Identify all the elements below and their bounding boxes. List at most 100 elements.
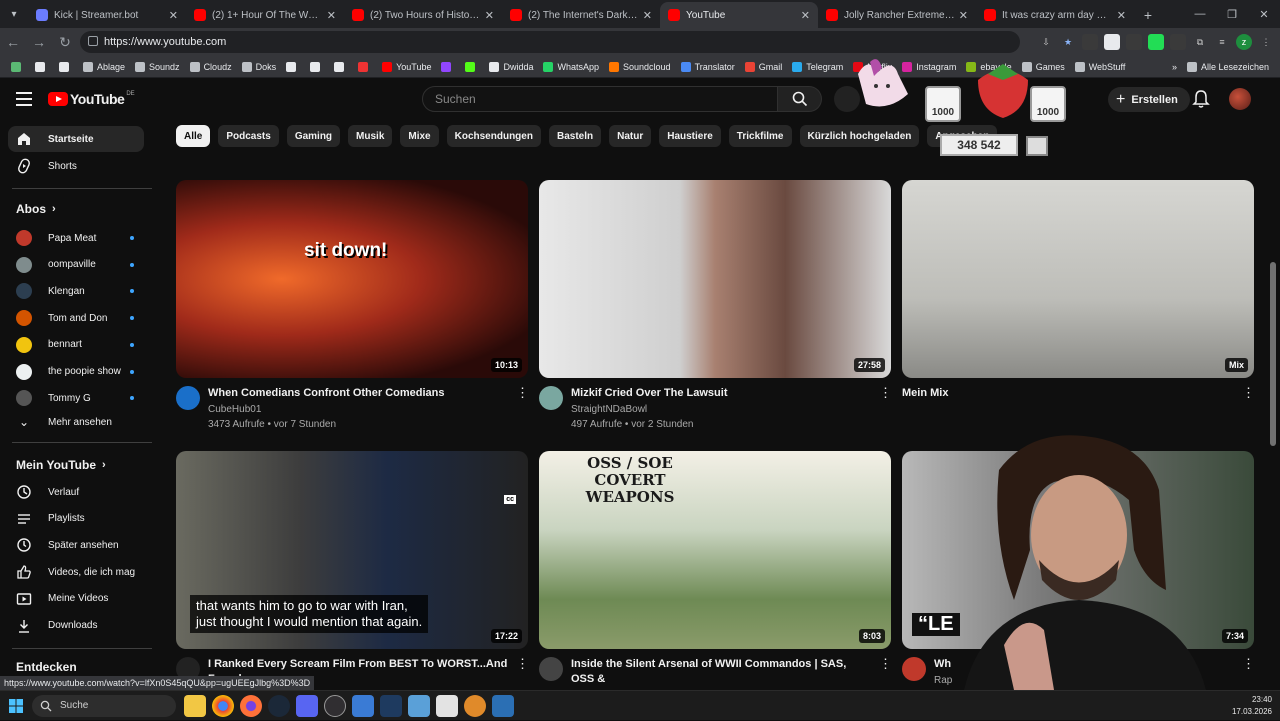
youtube-logo[interactable]: YouTube DE xyxy=(48,91,135,107)
bookmark-item[interactable]: Telegram xyxy=(787,57,848,77)
more-actions-icon[interactable]: ⋮ xyxy=(1242,657,1255,673)
bookmark-item[interactable]: Dwidda xyxy=(484,57,538,77)
app-icon[interactable] xyxy=(352,694,374,717)
reload-icon[interactable]: ↻ xyxy=(52,29,78,55)
bookmark-item[interactable] xyxy=(329,57,353,77)
app-icon[interactable] xyxy=(380,694,402,717)
tab-close-icon[interactable]: ✕ xyxy=(959,9,968,22)
channel-avatar[interactable] xyxy=(539,386,563,410)
sidebar-item-watch-later[interactable]: Später ansehen xyxy=(8,532,144,558)
bookmark-star-icon[interactable]: ★ xyxy=(1060,34,1076,50)
filter-chip[interactable]: Kürzlich hochgeladen xyxy=(799,125,920,147)
video-thumbnail[interactable]: 10:13 sit down! xyxy=(176,180,528,378)
bookmark-item[interactable] xyxy=(436,57,460,77)
bookmark-item[interactable] xyxy=(54,57,78,77)
filter-chip[interactable]: Gaming xyxy=(286,125,341,147)
video-card[interactable]: 10:13 sit down! When Comedians Confront Ot… xyxy=(176,180,529,446)
bookmark-item[interactable]: Gmail xyxy=(740,57,788,77)
sidebar-item-subscription[interactable]: Tommy G xyxy=(8,385,144,411)
channel-avatar[interactable] xyxy=(902,657,926,681)
obs-icon[interactable] xyxy=(324,694,346,717)
sidebar-item-download[interactable]: Downloads xyxy=(8,613,144,639)
video-title[interactable]: When Comedians Confront Other Comedians xyxy=(208,386,508,401)
video-thumbnail[interactable]: Mix xyxy=(902,180,1254,378)
bookmark-item[interactable]: Soundz xyxy=(130,57,185,77)
browser-tab[interactable]: YouTube ✕ xyxy=(660,2,818,28)
tab-close-icon[interactable]: ✕ xyxy=(485,9,494,22)
system-clock[interactable]: 23:40 17.03.2026 xyxy=(1232,694,1272,718)
video-card[interactable]: Mix Mein Mix ⋮ xyxy=(902,180,1255,446)
bookmark-item[interactable] xyxy=(460,57,484,77)
menu-icon[interactable]: ⋮ xyxy=(1258,34,1274,50)
media-icon[interactable]: ≡ xyxy=(1214,34,1230,50)
sidebar-item-shorts[interactable]: Shorts xyxy=(8,153,144,179)
account-avatar[interactable] xyxy=(1229,88,1251,110)
sidebar-item-my-videos[interactable]: Meine Videos xyxy=(8,586,144,612)
file-explorer-icon[interactable] xyxy=(184,694,206,717)
tab-close-icon[interactable]: ✕ xyxy=(1117,9,1126,22)
video-channel[interactable]: CubeHub01 xyxy=(208,404,261,415)
steam-icon[interactable] xyxy=(268,694,290,717)
filter-chip[interactable]: Mixe xyxy=(400,125,439,147)
extension-icon[interactable] xyxy=(1126,34,1142,50)
browser-tab[interactable]: (2) The Internet's Darkest Cons ✕ xyxy=(502,2,660,28)
bookmark-item[interactable]: Translator xyxy=(676,57,740,77)
profile-icon[interactable]: z xyxy=(1236,34,1252,50)
back-icon[interactable]: ← xyxy=(0,29,26,55)
browser-tab[interactable]: It was crazy arm day with Pash ✕ xyxy=(976,2,1134,28)
tab-close-icon[interactable]: ✕ xyxy=(643,9,652,22)
app-icon[interactable] xyxy=(492,694,514,717)
video-card[interactable]: 8:03 OSS / SOE COVERT WEAPONS Inside the S… xyxy=(539,451,892,717)
more-actions-icon[interactable]: ⋮ xyxy=(1242,386,1255,402)
filter-chip[interactable]: Basteln xyxy=(548,125,602,147)
all-bookmarks[interactable]: Alle Lesezeichen xyxy=(1182,57,1274,77)
app-icon[interactable] xyxy=(464,694,486,717)
extension-icon[interactable] xyxy=(1170,34,1186,50)
app-icon[interactable] xyxy=(436,694,458,717)
extension-icon[interactable] xyxy=(1148,34,1164,50)
bookmark-item[interactable]: Ablage xyxy=(78,57,130,77)
new-tab-button[interactable]: + xyxy=(1134,2,1162,28)
close-icon[interactable]: ✕ xyxy=(1248,0,1280,28)
extensions-puzzle-icon[interactable]: ⧉ xyxy=(1192,34,1208,50)
sidebar-item-playlists[interactable]: Playlists xyxy=(8,506,144,532)
site-info-icon[interactable] xyxy=(88,36,98,46)
sidebar-item-subscription[interactable]: bennart xyxy=(8,332,144,358)
bookmark-item[interactable] xyxy=(353,57,377,77)
sidebar-item-subscription[interactable]: the poopie show xyxy=(8,359,144,385)
browser-tab[interactable]: Kick | Streamer.bot ✕ xyxy=(28,2,186,28)
discord-icon[interactable] xyxy=(296,694,318,717)
video-title[interactable]: Mizkif Cried Over The Lawsuit xyxy=(571,386,871,401)
app-icon[interactable] xyxy=(408,694,430,717)
bookmark-item[interactable]: WhatsApp xyxy=(538,57,604,77)
bookmark-item[interactable]: Doks xyxy=(237,57,282,77)
guide-menu-icon[interactable] xyxy=(16,92,32,106)
extension-icon[interactable] xyxy=(1082,34,1098,50)
video-title[interactable]: Inside the Silent Arsenal of WWII Comman… xyxy=(571,657,871,687)
tab-close-icon[interactable]: ✕ xyxy=(327,9,336,22)
sidebar-show-more[interactable]: ⌄ Mehr ansehen xyxy=(8,409,144,435)
install-icon[interactable]: ⇩ xyxy=(1038,34,1054,50)
bookmark-item[interactable] xyxy=(6,57,30,77)
create-button[interactable]: + Erstellen xyxy=(1108,87,1190,112)
sidebar-item-subscription[interactable]: Tom and Don xyxy=(8,305,144,331)
chrome-icon[interactable] xyxy=(212,694,234,717)
browser-tab[interactable]: Jolly Rancher Extreme #cocktai ✕ xyxy=(818,2,976,28)
restore-icon[interactable]: ❐ xyxy=(1216,0,1248,28)
video-thumbnail[interactable]: 17:22 that wants him to go to war with Ir… xyxy=(176,451,528,649)
more-actions-icon[interactable]: ⋮ xyxy=(516,386,529,402)
sidebar-item-subscription[interactable]: Papa Meat xyxy=(8,225,144,251)
browser-tab[interactable]: (2) Two Hours of History For W ✕ xyxy=(344,2,502,28)
sidebar-item-thumbs-up[interactable]: Videos, die ich mag xyxy=(8,559,144,585)
address-bar[interactable]: https://www.youtube.com xyxy=(80,31,1020,53)
bookmarks-overflow-icon[interactable]: » xyxy=(1167,57,1182,77)
more-actions-icon[interactable]: ⋮ xyxy=(879,386,892,402)
sidebar-subscriptions-heading[interactable]: Abos › xyxy=(16,202,56,216)
filter-chip[interactable]: Trickfilme xyxy=(728,125,792,147)
video-title[interactable]: Mein Mix xyxy=(902,386,1202,401)
bookmark-item[interactable] xyxy=(30,57,54,77)
taskbar-search[interactable]: Suche xyxy=(32,694,176,717)
tab-close-icon[interactable]: ✕ xyxy=(801,9,810,22)
more-actions-icon[interactable]: ⋮ xyxy=(516,657,529,673)
video-channel[interactable]: StraightNDaBowl xyxy=(571,404,647,415)
